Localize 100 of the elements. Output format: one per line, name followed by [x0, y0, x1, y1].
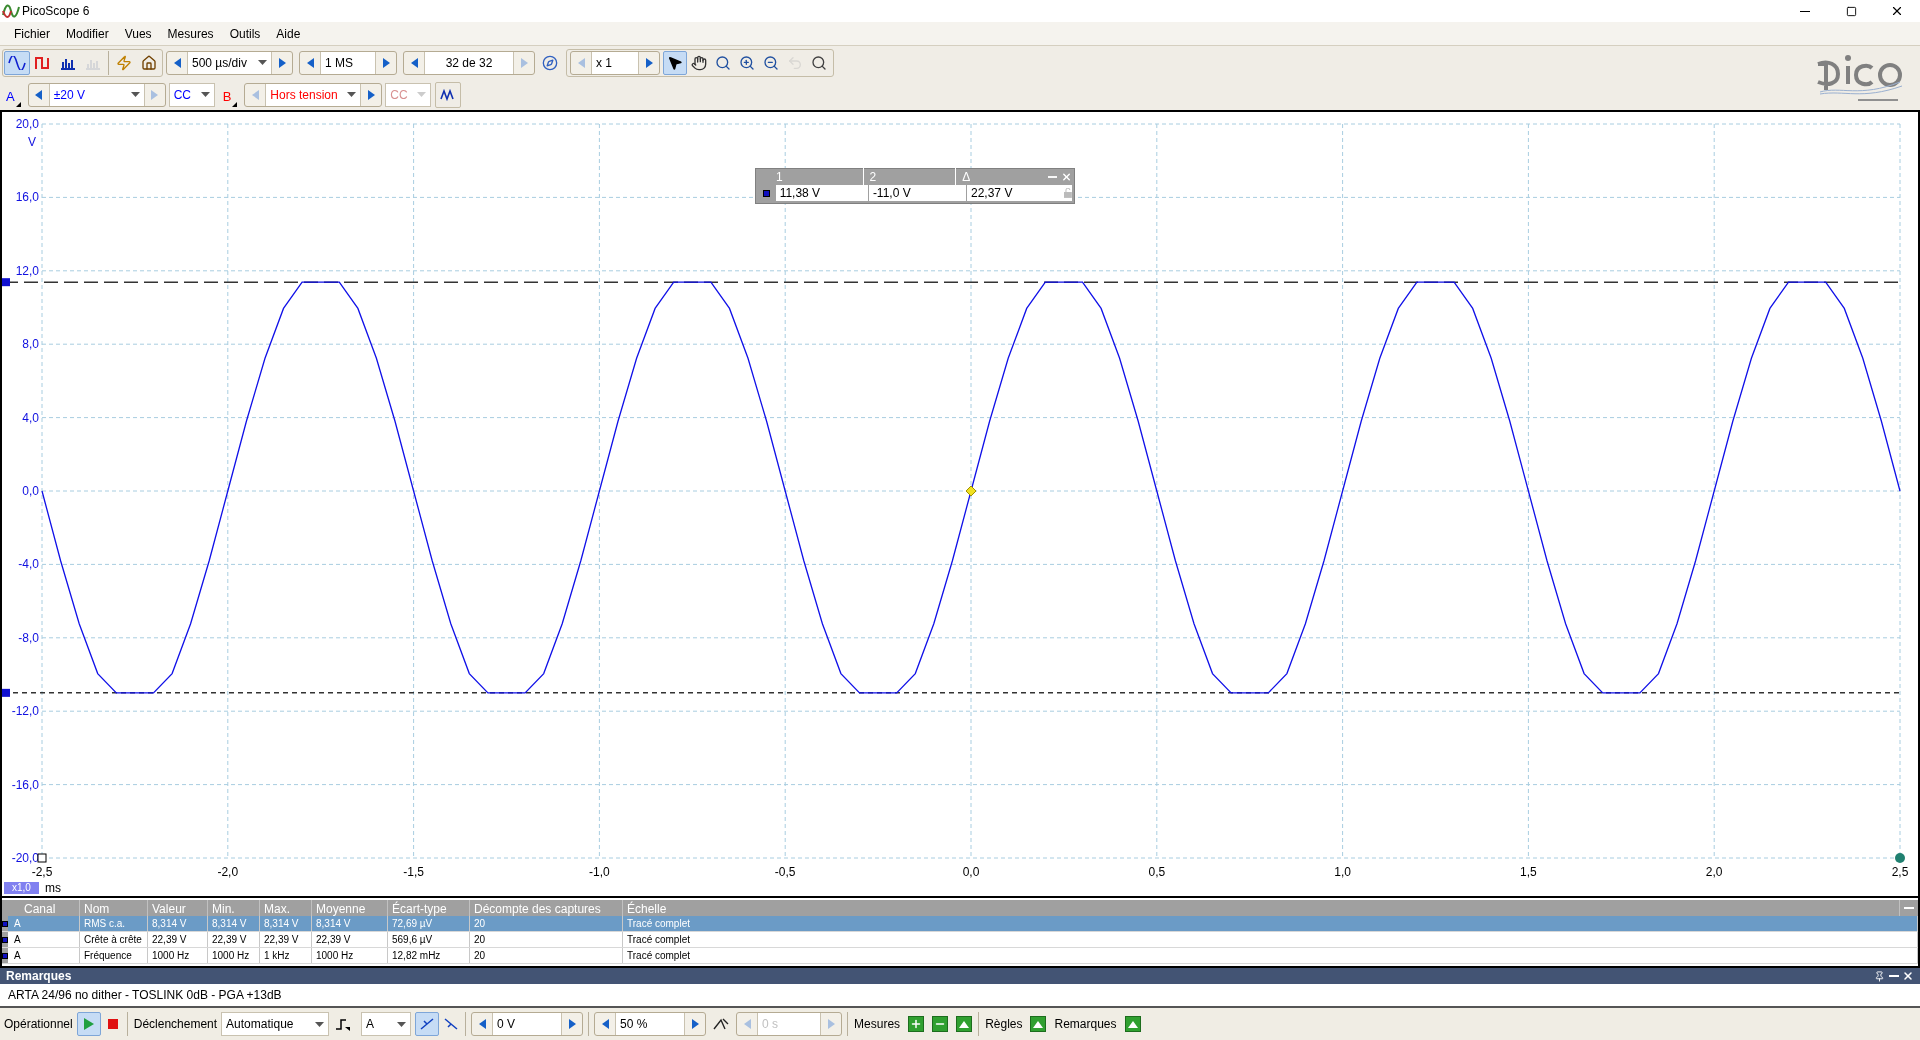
axis-tick-label: -1,0: [589, 865, 610, 879]
left-triangle-icon: [306, 57, 314, 68]
remarks-field[interactable]: ARTA 24/96 no dither - TOSLINK 0dB - PGA +13dB: [0, 984, 1920, 1008]
buffer-control[interactable]: 32 de 32: [403, 50, 535, 75]
value-text: 500 µs/div: [192, 54, 248, 72]
tool-button[interactable]: [663, 50, 687, 75]
close-icon[interactable]: [1902, 970, 1914, 982]
signal-generator-button[interactable]: [435, 81, 462, 108]
minimize-icon: [1800, 10, 1810, 12]
zoom-fit-icon: [811, 54, 827, 71]
time-ruler-handle-icon[interactable]: [37, 853, 47, 863]
menu-item[interactable]: Fichier: [6, 24, 58, 43]
range-control[interactable]: ±20 V: [27, 82, 166, 107]
trigger-source-dropdown[interactable]: A: [361, 1012, 412, 1036]
caret-icon: [315, 1021, 325, 1027]
right-triangle-icon: [827, 1019, 835, 1029]
trigger-marker[interactable]: [965, 485, 977, 497]
right-triangle-icon: [382, 57, 390, 68]
dropdown-value: A: [366, 1016, 376, 1033]
home-icon: [141, 54, 157, 71]
axis-tick-label: -2,0: [217, 865, 239, 879]
samples-control[interactable]: 1 MS: [299, 50, 397, 75]
caret-icon: [397, 1021, 407, 1027]
left-triangle-icon: [410, 57, 418, 68]
remove-button[interactable]: [932, 1016, 949, 1032]
table-cell: 1000 Hz: [312, 948, 388, 963]
up-triangle-icon: [959, 1020, 970, 1028]
value-text: 32 de 32: [444, 54, 494, 72]
sine-wave-icon: [8, 55, 26, 70]
table-cell: Crête à crête: [80, 932, 148, 947]
pin-icon[interactable]: [1874, 970, 1885, 982]
axis-tick-label: -8,0: [18, 630, 39, 645]
table-cell: 22,39 V: [148, 932, 208, 947]
axis-tick-label: 2,5: [1891, 865, 1909, 879]
menu-item[interactable]: Outils: [221, 24, 269, 43]
left-triangle-icon: [478, 1019, 486, 1029]
ruler-handle-icon[interactable]: [2, 278, 10, 287]
right-triangle-icon: [278, 57, 286, 68]
window-title: PicoScope 6: [22, 3, 90, 20]
channel-button[interactable]: A: [2, 82, 25, 107]
menu-item[interactable]: Modifier: [58, 24, 117, 43]
coupling-dropdown[interactable]: CC: [168, 82, 215, 107]
value-text: 0 s: [762, 1016, 780, 1033]
rulers-label: Règles: [985, 1016, 1023, 1033]
table-cell: 20: [470, 916, 623, 931]
view-button[interactable]: [4, 50, 30, 75]
axis-tick-label: -1,5: [403, 865, 424, 879]
channel-square-icon: [763, 189, 771, 197]
corner-triangle-icon: [15, 101, 21, 107]
right-triangle-icon: [568, 1019, 576, 1029]
menu-item[interactable]: Vues: [116, 24, 160, 43]
time-ruler-handle-icon[interactable]: [1895, 853, 1905, 863]
falling-edge-icon: [444, 1017, 459, 1031]
table-cell: RMS c.a.: [80, 916, 148, 931]
table-cell: 72,69 µV: [388, 916, 470, 931]
remarks-label: Remarques: [1054, 1016, 1117, 1033]
threshold-control[interactable]: 0 V: [471, 1012, 584, 1036]
caret-icon: [130, 92, 140, 97]
table-cell: 1000 Hz: [148, 948, 208, 963]
measurement-row[interactable]: A Crête à crête 22,39 V 22,39 V 22,39 V 22,39 V 569,6 µV 20 Tracé complet: [2, 932, 1918, 948]
axis-tick-label: -12,0: [11, 704, 39, 719]
caret-icon: [200, 92, 210, 97]
show-panel-button[interactable]: [1124, 1016, 1141, 1032]
axis-tick-label: 1,0: [1334, 865, 1351, 879]
range-control[interactable]: Hors tension: [244, 82, 383, 107]
add-button[interactable]: [908, 1016, 925, 1032]
show-panel-button[interactable]: [956, 1016, 973, 1032]
axis-tick-label: 1,5: [1520, 865, 1537, 879]
left-triangle-icon: [173, 57, 181, 68]
table-cell: 12,82 mHz: [388, 948, 470, 963]
menu-item[interactable]: Mesures: [159, 24, 222, 43]
table-cell: Tracé complet: [623, 948, 1918, 963]
legend-value: -11,0 V: [867, 184, 966, 202]
axis-tick-label: 12,0: [15, 263, 39, 278]
axis-tick-label: 0,0: [962, 865, 980, 879]
axis-tick-label: -2,5: [31, 865, 53, 879]
start-button[interactable]: [76, 1012, 101, 1036]
table-cell: 20: [470, 932, 623, 947]
left-triangle-icon: [577, 57, 585, 68]
compass-icon: [542, 54, 558, 71]
axis-tick-label: -4,0: [18, 557, 39, 572]
trigger-delay-icon: [713, 1017, 730, 1031]
table-cell: 8,314 V: [148, 916, 208, 931]
right-triangle-icon: [691, 1019, 699, 1029]
ruler-handle-icon[interactable]: [2, 688, 10, 697]
rising-edge-button[interactable]: [415, 1012, 440, 1036]
timebase-control[interactable]: 500 µs/div: [166, 50, 293, 75]
trigger-mode-dropdown[interactable]: Automatique: [221, 1012, 330, 1036]
zoom-factor-control[interactable]: x 1: [570, 50, 660, 75]
lightning-icon: [116, 54, 132, 71]
menu-item[interactable]: Aide: [268, 24, 309, 43]
wave-icon: [440, 88, 457, 101]
measurement-row[interactable]: A Fréquence 1000 Hz 1000 Hz 1 kHz 1000 Hz 12,82 mHz 20 Tracé complet: [2, 948, 1918, 964]
pretrigger-control[interactable]: 50 %: [594, 1012, 707, 1036]
caret-icon: [417, 92, 427, 97]
zoom-out-icon: [763, 54, 779, 71]
run-status-label: Opérationnel: [4, 1016, 73, 1033]
legend-value: 11,38 V: [778, 185, 822, 202]
show-panel-button[interactable]: [1030, 1016, 1047, 1032]
dropdown-value: Automatique: [226, 1016, 295, 1033]
